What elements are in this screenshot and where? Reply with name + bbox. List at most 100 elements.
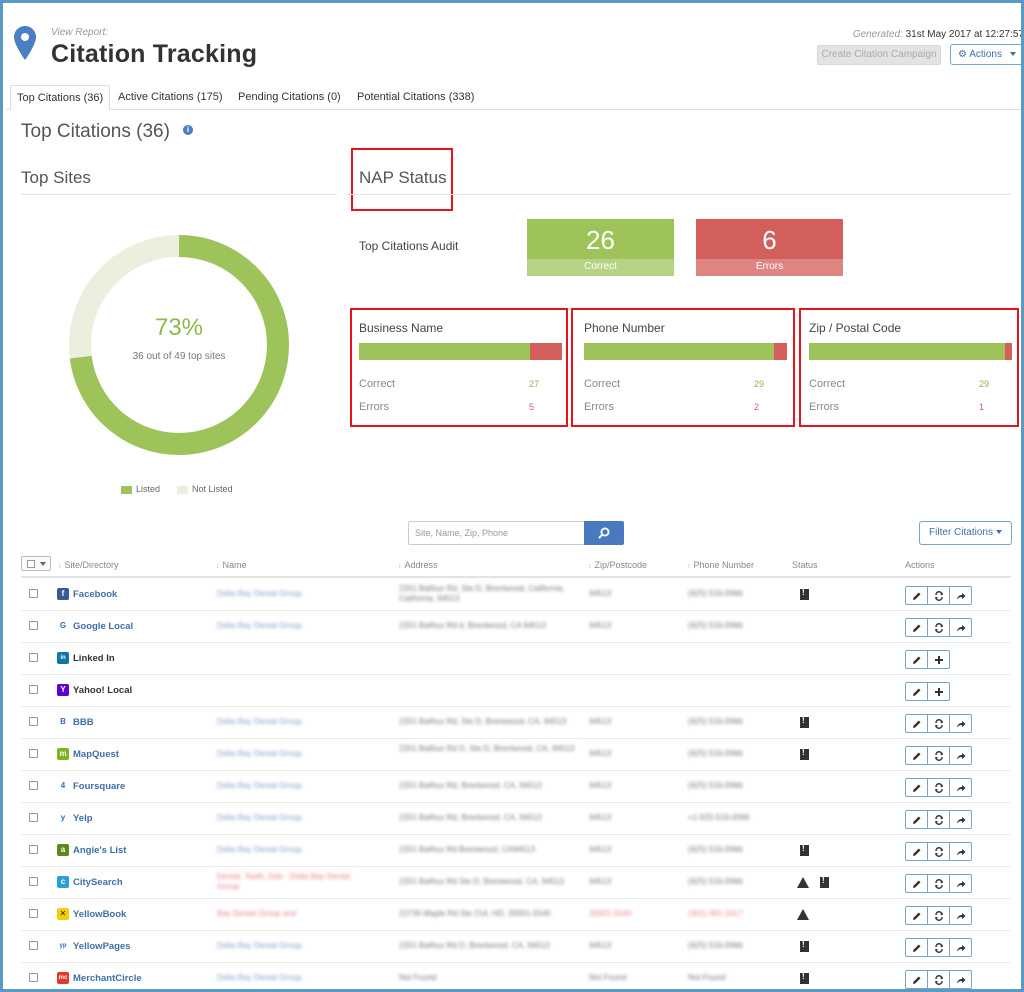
row-checkbox[interactable] — [29, 717, 38, 726]
refresh-button[interactable] — [927, 874, 950, 893]
business-name-cell[interactable]: Delta Bay Dental Group — [217, 941, 367, 951]
alert-document-icon[interactable] — [800, 940, 809, 952]
audit-correct-count: 26 — [586, 225, 615, 255]
share-button[interactable] — [949, 810, 972, 829]
edit-button[interactable] — [905, 714, 928, 733]
col-site[interactable]: ↕ Site/Directory — [58, 560, 119, 570]
site-name-link[interactable]: YellowBook — [73, 909, 126, 920]
site-name-link[interactable]: BBB — [73, 717, 94, 728]
edit-button[interactable] — [905, 650, 928, 669]
business-name-cell[interactable]: Delta Bay Dental Group — [217, 813, 367, 823]
site-name-link[interactable]: MapQuest — [73, 749, 119, 760]
edit-button[interactable] — [905, 586, 928, 605]
site-name-link[interactable]: YellowPages — [73, 941, 131, 952]
row-checkbox[interactable] — [29, 589, 38, 598]
business-name-cell[interactable]: Delta Bay Dental Group — [217, 845, 367, 855]
site-name-link[interactable]: CitySearch — [73, 877, 123, 888]
highlight-box-zip-postal-code — [799, 308, 1019, 427]
alert-document-icon[interactable] — [800, 844, 809, 856]
alert-document-icon[interactable] — [800, 588, 809, 600]
col-address[interactable]: ↕ Address — [398, 560, 438, 570]
edit-button[interactable] — [905, 842, 928, 861]
business-name-cell[interactable]: Delta Bay Dental Group — [217, 589, 367, 599]
edit-button[interactable] — [905, 810, 928, 829]
filter-citations-button[interactable]: Filter Citations — [919, 521, 1012, 545]
edit-button[interactable] — [905, 778, 928, 797]
business-name-cell[interactable]: Delta Bay Dental Group — [217, 973, 367, 983]
edit-button[interactable] — [905, 746, 928, 765]
actions-dropdown-button[interactable]: ⚙ Actions — [950, 44, 1021, 65]
row-checkbox[interactable] — [29, 973, 38, 982]
warning-icon[interactable] — [797, 908, 809, 920]
add-button[interactable] — [927, 682, 950, 701]
refresh-button[interactable] — [927, 938, 950, 957]
tab-active-citations[interactable]: Active Citations (175) — [112, 85, 229, 110]
refresh-button[interactable] — [927, 906, 950, 925]
col-zip[interactable]: ↕ Zip/Postcode — [588, 560, 647, 570]
business-name-cell[interactable]: Delta Bay Dental Group — [217, 621, 367, 631]
refresh-button[interactable] — [927, 714, 950, 733]
site-name-link[interactable]: Foursquare — [73, 781, 125, 792]
share-button[interactable] — [949, 970, 972, 989]
site-name-link[interactable]: Yelp — [73, 813, 93, 824]
row-checkbox[interactable] — [29, 845, 38, 854]
alert-document-icon[interactable] — [820, 876, 829, 888]
site-name-link[interactable]: Facebook — [73, 589, 117, 600]
edit-button[interactable] — [905, 682, 928, 701]
alert-document-icon[interactable] — [800, 748, 809, 760]
edit-button[interactable] — [905, 938, 928, 957]
share-button[interactable] — [949, 874, 972, 893]
share-button[interactable] — [949, 618, 972, 637]
row-actions — [905, 618, 972, 637]
alert-document-icon[interactable] — [800, 716, 809, 728]
share-button[interactable] — [949, 714, 972, 733]
row-checkbox[interactable] — [29, 749, 38, 758]
row-checkbox[interactable] — [29, 877, 38, 886]
site-name-link[interactable]: MerchantCircle — [73, 973, 142, 984]
refresh-button[interactable] — [927, 746, 950, 765]
row-checkbox[interactable] — [29, 909, 38, 918]
col-phone[interactable]: ↕ Phone Number — [687, 560, 754, 570]
row-checkbox[interactable] — [29, 941, 38, 950]
refresh-button[interactable] — [927, 970, 950, 989]
edit-button[interactable] — [905, 970, 928, 989]
info-icon[interactable]: i — [183, 125, 193, 135]
tab-potential-citations[interactable]: Potential Citations (338) — [351, 85, 480, 110]
edit-button[interactable] — [905, 874, 928, 893]
refresh-button[interactable] — [927, 778, 950, 797]
row-checkbox[interactable] — [29, 781, 38, 790]
row-checkbox[interactable] — [29, 621, 38, 630]
row-checkbox[interactable] — [29, 685, 38, 694]
site-name-link[interactable]: Yahoo! Local — [73, 685, 132, 696]
search-button[interactable] — [584, 521, 624, 545]
site-name-link[interactable]: Google Local — [73, 621, 133, 632]
business-name-cell[interactable]: Delta Bay Dental Group — [217, 781, 367, 791]
refresh-button[interactable] — [927, 842, 950, 861]
add-button[interactable] — [927, 650, 950, 669]
alert-document-icon[interactable] — [800, 972, 809, 984]
refresh-button[interactable] — [927, 618, 950, 637]
warning-icon[interactable] — [797, 876, 809, 888]
share-button[interactable] — [949, 746, 972, 765]
share-button[interactable] — [949, 938, 972, 957]
share-button[interactable] — [949, 586, 972, 605]
row-checkbox[interactable] — [29, 813, 38, 822]
refresh-button[interactable] — [927, 810, 950, 829]
business-name-cell[interactable]: Delta Bay Dental Group — [217, 717, 367, 727]
tab-top-citations[interactable]: Top Citations (36) — [10, 85, 111, 110]
col-name[interactable]: ↕ Name — [216, 560, 247, 570]
site-name-link[interactable]: Angie's List — [73, 845, 126, 856]
create-citation-campaign-button[interactable]: Create Citation Campaign — [817, 45, 941, 65]
edit-button[interactable] — [905, 618, 928, 637]
share-button[interactable] — [949, 778, 972, 797]
edit-button[interactable] — [905, 906, 928, 925]
row-checkbox[interactable] — [29, 653, 38, 662]
select-all-checkbox[interactable] — [21, 556, 51, 571]
share-button[interactable] — [949, 906, 972, 925]
search-input[interactable]: Site, Name, Zip, Phone — [408, 521, 585, 545]
site-name-link[interactable]: Linked In — [73, 653, 115, 664]
business-name-cell[interactable]: Delta Bay Dental Group — [217, 749, 367, 759]
refresh-button[interactable] — [927, 586, 950, 605]
share-button[interactable] — [949, 842, 972, 861]
tab-pending-citations[interactable]: Pending Citations (0) — [232, 85, 347, 110]
